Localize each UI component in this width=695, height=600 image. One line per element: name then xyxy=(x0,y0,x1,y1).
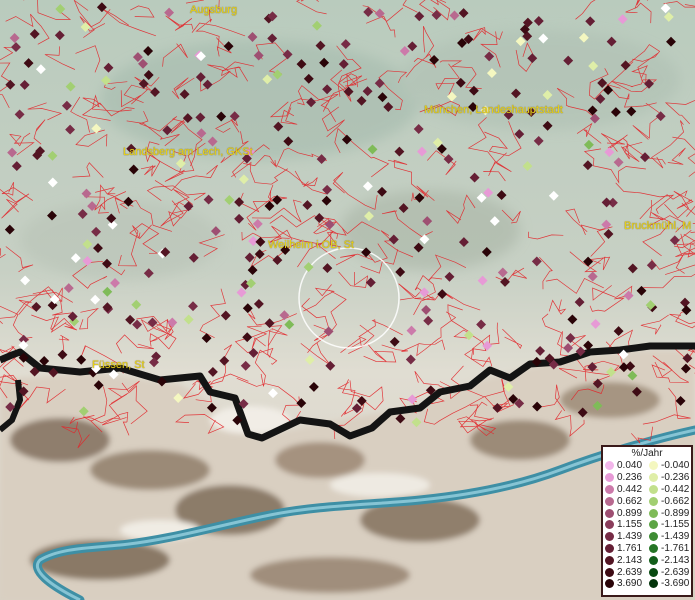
legend-value: 2.639 xyxy=(617,566,643,578)
legend-entry-positive: 3.690 xyxy=(603,578,647,589)
legend-row: 0.236 -0.236 xyxy=(603,472,691,484)
legend-swatch xyxy=(649,461,658,471)
legend-value: 0.662 xyxy=(617,495,643,507)
legend-value: -0.899 xyxy=(661,507,690,519)
legend-row: 0.040 -0.040 xyxy=(603,460,691,472)
legend-value: -1.439 xyxy=(661,531,690,543)
legend-entry-negative: -3.690 xyxy=(647,578,691,589)
legend-value: 0.040 xyxy=(617,460,643,472)
legend-entry-positive: 0.442 xyxy=(603,484,647,495)
legend-entry-negative: -0.442 xyxy=(647,484,691,495)
legend-value: 0.442 xyxy=(617,483,643,495)
city-label-bruckmuehl: Bruckmühl, M xyxy=(624,220,692,232)
legend-value: -0.040 xyxy=(661,460,690,472)
legend-row: 2.143 -2.143 xyxy=(603,554,691,566)
legend-entry-negative: -0.236 xyxy=(647,472,691,483)
legend-swatch xyxy=(649,555,658,565)
legend-swatch xyxy=(649,520,658,530)
city-label-weilheim: Weilheim i.OB, St xyxy=(268,239,354,251)
legend-value: -3.690 xyxy=(661,578,690,590)
legend-swatch xyxy=(649,508,658,518)
legend-row: 3.690 -3.690 xyxy=(603,578,691,590)
legend-entry-negative: -1.439 xyxy=(647,531,691,542)
legend-swatch xyxy=(649,496,658,506)
legend-value: 1.761 xyxy=(617,542,643,554)
city-label-landsberg: Landsberg am Lech, GKSt xyxy=(123,146,253,158)
legend-value: 3.690 xyxy=(617,578,643,590)
legend-entry-negative: -0.040 xyxy=(647,460,691,471)
legend-swatch xyxy=(605,567,614,577)
legend-entry-positive: 1.761 xyxy=(603,543,647,554)
legend-swatch xyxy=(605,496,614,506)
legend-value: 0.899 xyxy=(617,507,643,519)
legend: %/Jahr 0.040 -0.040 0.236 -0.236 0.442 -0.442… xyxy=(601,445,693,597)
legend-entry-positive: 0.662 xyxy=(603,496,647,507)
legend-swatch xyxy=(605,520,614,530)
legend-swatch xyxy=(649,567,658,577)
legend-swatch xyxy=(605,543,614,553)
legend-value: 1.155 xyxy=(617,519,643,531)
legend-row: 0.899 -0.899 xyxy=(603,507,691,519)
legend-entry-positive: 1.439 xyxy=(603,531,647,542)
legend-value: -1.761 xyxy=(661,542,690,554)
legend-value: -0.442 xyxy=(661,483,690,495)
legend-value: -2.143 xyxy=(661,554,690,566)
legend-entry-negative: -0.899 xyxy=(647,508,691,519)
legend-swatch xyxy=(605,555,614,565)
legend-swatch xyxy=(649,532,658,542)
legend-title: %/Jahr xyxy=(631,448,663,459)
legend-entry-positive: 2.143 xyxy=(603,555,647,566)
legend-value: 1.439 xyxy=(617,531,643,543)
legend-value: 2.143 xyxy=(617,554,643,566)
legend-swatch xyxy=(649,579,658,589)
legend-entry-positive: 0.236 xyxy=(603,472,647,483)
legend-entry-negative: -1.761 xyxy=(647,543,691,554)
legend-swatch xyxy=(605,473,614,483)
legend-row: 1.439 -1.439 xyxy=(603,531,691,543)
legend-row: 1.155 -1.155 xyxy=(603,519,691,531)
legend-value: -0.236 xyxy=(661,472,690,484)
legend-entry-positive: 0.040 xyxy=(603,460,647,471)
legend-row: 1.761 -1.761 xyxy=(603,543,691,555)
legend-entry-positive: 0.899 xyxy=(603,508,647,519)
legend-value: -0.662 xyxy=(661,495,690,507)
legend-entry-positive: 1.155 xyxy=(603,519,647,530)
legend-swatch xyxy=(649,473,658,483)
legend-swatch xyxy=(649,484,658,494)
legend-entry-negative: -2.143 xyxy=(647,555,691,566)
legend-row: 2.639 -2.639 xyxy=(603,566,691,578)
legend-swatch xyxy=(605,579,614,589)
legend-row: 0.662 -0.662 xyxy=(603,495,691,507)
legend-entry-positive: 2.639 xyxy=(603,567,647,578)
legend-entry-negative: -1.155 xyxy=(647,519,691,530)
legend-entry-negative: -0.662 xyxy=(647,496,691,507)
legend-value: -2.639 xyxy=(661,566,690,578)
city-label-fuessen: Füssen, St xyxy=(92,359,145,371)
legend-swatch xyxy=(605,532,614,542)
city-label-augsburg: Augsburg xyxy=(190,4,238,16)
legend-entry-negative: -2.639 xyxy=(647,567,691,578)
legend-swatch xyxy=(605,461,614,471)
map-canvas[interactable] xyxy=(0,0,695,600)
legend-rows: 0.040 -0.040 0.236 -0.236 0.442 -0.442 0.662 -0… xyxy=(603,460,691,590)
city-label-muenchen: München, Landeshauptstadt xyxy=(424,104,563,116)
legend-swatch xyxy=(605,508,614,518)
legend-swatch xyxy=(649,543,658,553)
legend-value: 0.236 xyxy=(617,472,643,484)
legend-swatch xyxy=(605,484,614,494)
legend-row: 0.442 -0.442 xyxy=(603,484,691,496)
legend-value: -1.155 xyxy=(661,519,690,531)
